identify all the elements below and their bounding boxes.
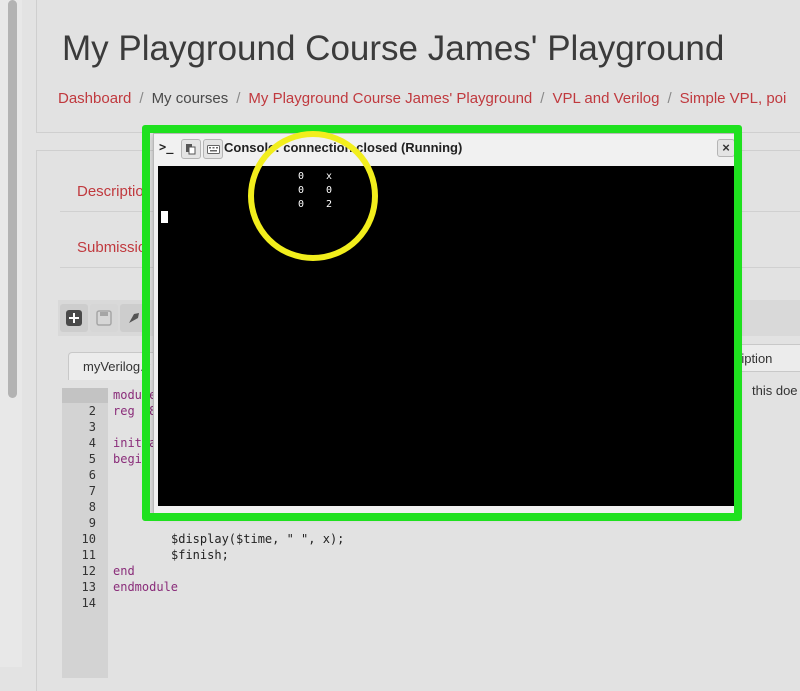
new-file-button[interactable] (60, 304, 88, 332)
breadcrumb-separator: / (236, 90, 241, 107)
code-line-10[interactable]: $display($time, " ", x); (171, 532, 344, 546)
line-number: 5 (88, 452, 96, 466)
code-line-12[interactable]: end (113, 564, 135, 578)
line-number: 12 (81, 564, 96, 578)
page-title: My Playground Course James' Playground (62, 29, 725, 68)
annotation-highlight-frame (142, 125, 742, 521)
tab-description[interactable]: Descriptio (77, 183, 144, 200)
line-number: 7 (88, 484, 96, 498)
page-header: My Playground Course James' Playground D… (36, 0, 800, 133)
save-icon (96, 310, 112, 326)
line-number: 6 (88, 468, 96, 482)
save-button[interactable] (90, 304, 118, 332)
line-number: 3 (88, 420, 96, 434)
tab-submission[interactable]: Submissio (77, 239, 146, 256)
breadcrumb-activity[interactable]: Simple VPL, poi (680, 90, 787, 107)
rocket-icon (129, 313, 139, 323)
line-number: 2 (88, 404, 96, 418)
breadcrumb-section[interactable]: VPL and Verilog (552, 90, 659, 107)
line-number: 14 (81, 596, 96, 610)
code-line-5[interactable]: begi (113, 452, 142, 466)
breadcrumb-separator: / (540, 90, 545, 107)
line-number: 13 (81, 580, 96, 594)
active-line-highlight (62, 388, 108, 403)
line-number: 9 (88, 516, 96, 530)
page-scrollbar-thumb[interactable] (8, 0, 17, 398)
breadcrumb-separator: / (667, 90, 672, 107)
breadcrumb-dashboard[interactable]: Dashboard (58, 90, 131, 107)
plus-square-icon (66, 310, 82, 326)
line-number: 8 (88, 500, 96, 514)
breadcrumb-separator: / (139, 90, 144, 107)
annotation-circle (248, 131, 378, 261)
code-line-13[interactable]: endmodule (113, 580, 178, 594)
line-number: 10 (81, 532, 96, 546)
code-line-11[interactable]: $finish; (171, 548, 229, 562)
breadcrumb-my-courses: My courses (151, 90, 229, 107)
line-number: 4 (88, 436, 96, 450)
editor-gutter: 1 2 3 4 5 6 7 8 9 10 11 12 13 14 (62, 388, 108, 678)
page-scrollbar[interactable] (0, 0, 22, 667)
breadcrumb-course[interactable]: My Playground Course James' Playground (248, 90, 532, 107)
breadcrumb: Dashboard / My courses / My Playground Cours… (58, 90, 786, 107)
description-text: this doe (752, 383, 798, 398)
line-number: 11 (81, 548, 96, 562)
